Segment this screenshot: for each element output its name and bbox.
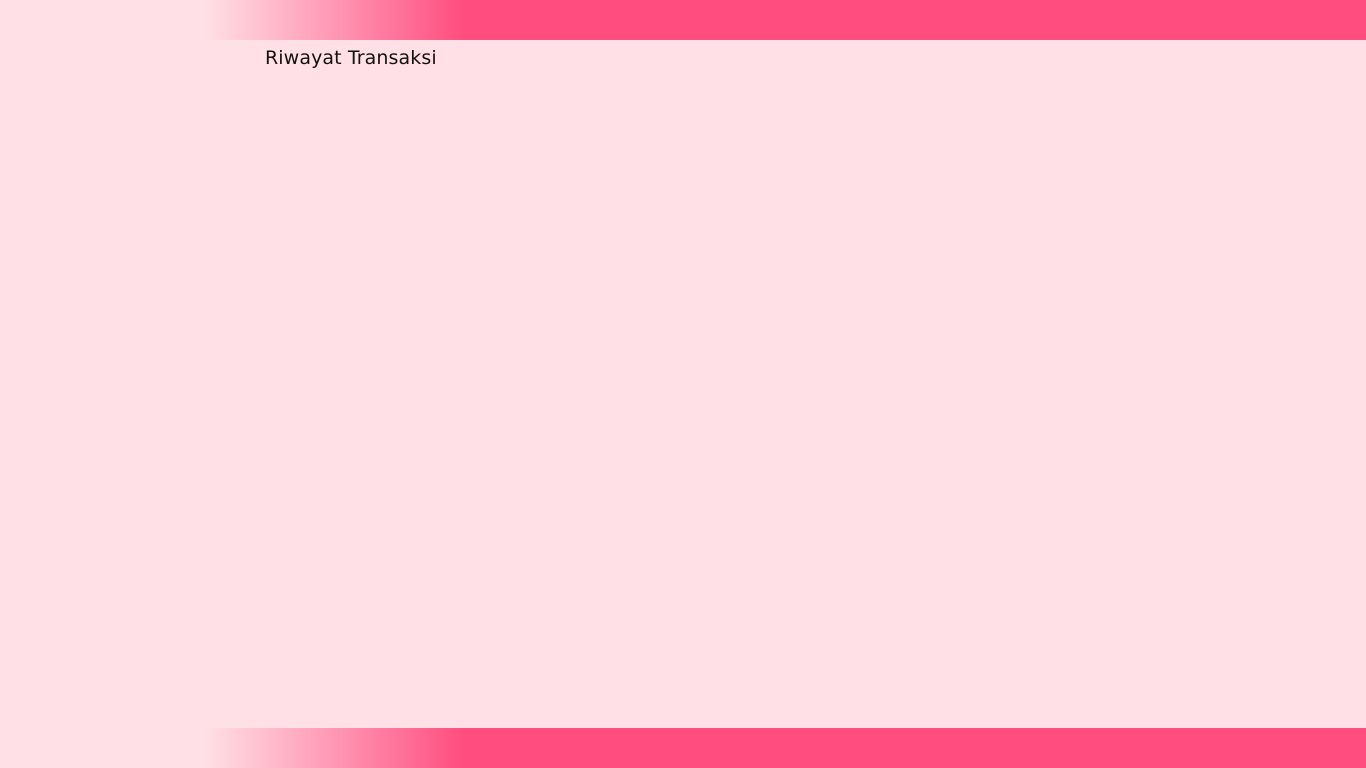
page-title: Riwayat Transaksi: [265, 47, 437, 69]
top-header-bar: [0, 0, 1366, 40]
bottom-footer-bar: [0, 728, 1366, 768]
